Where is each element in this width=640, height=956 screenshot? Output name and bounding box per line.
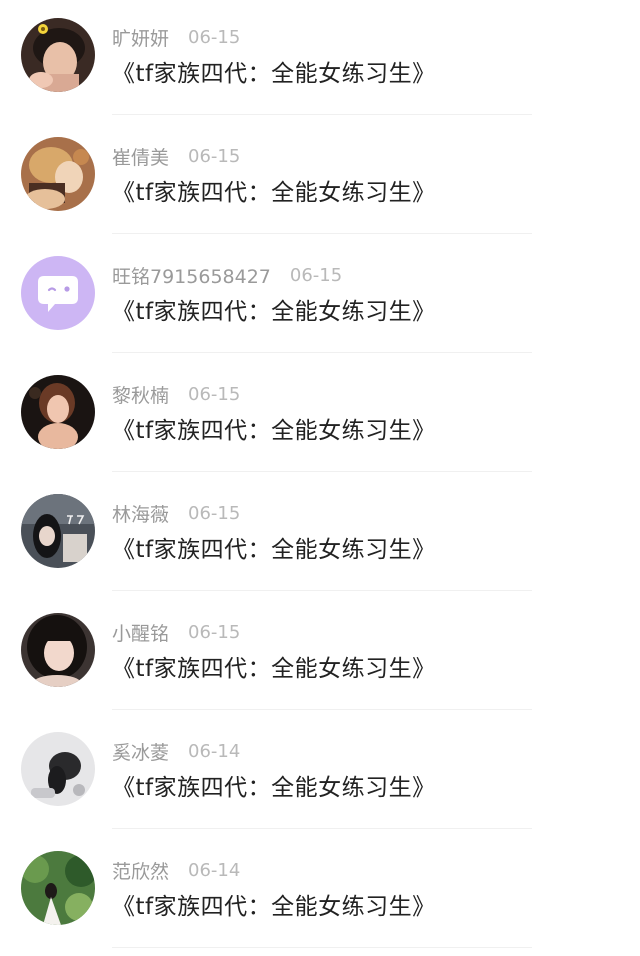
comment-meta: 范欣然 06-14	[112, 857, 240, 883]
list-item[interactable]: 崔倩美 06-15 《tf家族四代：全能女练习生》	[0, 119, 640, 238]
comment-meta: 旺铭7915658427 06-15	[112, 262, 342, 288]
list-item[interactable]: 范欣然 06-14 《tf家族四代：全能女练习生》	[0, 833, 640, 952]
avatar[interactable]	[21, 375, 95, 449]
comment-date: 06-14	[188, 859, 241, 881]
username[interactable]: 林海薇	[112, 500, 169, 527]
divider	[112, 590, 532, 591]
comment-meta: 旷妍妍 06-15	[112, 24, 240, 50]
book-title[interactable]: 《tf家族四代：全能女练习生》	[112, 887, 436, 921]
comment-meta: 林海薇 06-15	[112, 500, 240, 526]
chat-bubble-icon	[21, 256, 95, 330]
username[interactable]: 崔倩美	[112, 143, 169, 170]
username[interactable]: 旷妍妍	[112, 24, 169, 51]
comment-meta: 黎秋楠 06-15	[112, 381, 240, 407]
avatar[interactable]	[21, 18, 95, 92]
list-item[interactable]: 奚冰菱 06-14 《tf家族四代：全能女练习生》	[0, 714, 640, 833]
avatar[interactable]	[21, 137, 95, 211]
book-title[interactable]: 《tf家族四代：全能女练习生》	[112, 54, 436, 88]
list-item[interactable]: 旷妍妍 06-15 《tf家族四代：全能女练习生》	[0, 0, 640, 119]
book-title[interactable]: 《tf家族四代：全能女练习生》	[112, 173, 436, 207]
list-item[interactable]: 旺铭7915658427 06-15 《tf家族四代：全能女练习生》	[0, 238, 640, 357]
comment-date: 06-15	[188, 26, 241, 48]
list-item[interactable]: 林海薇 06-15 《tf家族四代：全能女练习生》	[0, 476, 640, 595]
book-title[interactable]: 《tf家族四代：全能女练习生》	[112, 292, 436, 326]
divider	[112, 828, 532, 829]
avatar[interactable]	[21, 494, 95, 568]
divider	[112, 947, 532, 948]
comment-date: 06-15	[188, 145, 241, 167]
book-title[interactable]: 《tf家族四代：全能女练习生》	[112, 530, 436, 564]
username[interactable]: 小醒铭	[112, 619, 169, 646]
comment-meta: 奚冰菱 06-14	[112, 738, 240, 764]
comment-date: 06-15	[289, 264, 343, 286]
avatar[interactable]	[21, 732, 95, 806]
comment-date: 06-15	[188, 383, 241, 405]
list-item[interactable]: 黎秋楠 06-15 《tf家族四代：全能女练习生》	[0, 357, 640, 476]
username[interactable]: 范欣然	[112, 857, 169, 884]
username[interactable]: 黎秋楠	[112, 381, 169, 408]
book-title[interactable]: 《tf家族四代：全能女练习生》	[112, 768, 436, 802]
divider	[112, 709, 532, 710]
comment-date: 06-14	[188, 740, 241, 762]
comment-meta: 小醒铭 06-15	[112, 619, 240, 645]
book-title[interactable]: 《tf家族四代：全能女练习生》	[112, 411, 436, 445]
username[interactable]: 奚冰菱	[112, 738, 169, 765]
comment-date: 06-15	[188, 502, 241, 524]
divider	[112, 352, 532, 353]
username[interactable]: 旺铭7915658427	[112, 262, 271, 289]
divider	[112, 114, 532, 115]
book-title[interactable]: 《tf家族四代：全能女练习生》	[112, 649, 436, 683]
avatar[interactable]	[21, 256, 95, 330]
comment-date: 06-15	[188, 621, 241, 643]
comment-meta: 崔倩美 06-15	[112, 143, 240, 169]
comment-list: 旷妍妍 06-15 《tf家族四代：全能女练习生》 崔倩美 06-15 《tf家…	[0, 0, 640, 956]
divider	[112, 471, 532, 472]
divider	[112, 233, 532, 234]
avatar[interactable]	[21, 851, 95, 925]
avatar[interactable]	[21, 613, 95, 687]
list-item[interactable]: 小醒铭 06-15 《tf家族四代：全能女练习生》	[0, 595, 640, 714]
